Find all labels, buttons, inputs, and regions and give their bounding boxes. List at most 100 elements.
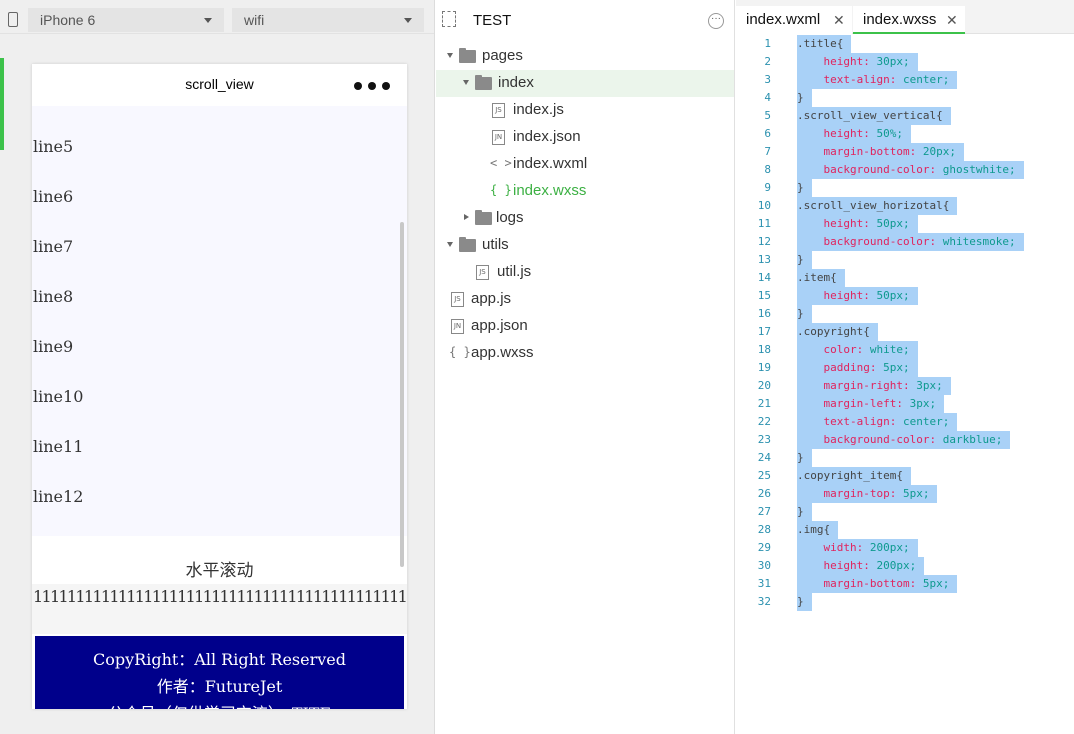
tree-item-label: app.js <box>471 290 512 307</box>
tab-label: index.wxss <box>863 11 937 28</box>
copyright-item: 作者：FutureJet <box>156 677 283 696</box>
horizontal-scroll-view[interactable]: 1111111111111111111111111111111111111111… <box>32 584 407 634</box>
code-line: 24} <box>736 449 1074 467</box>
code-text: height: 30px; <box>797 53 918 71</box>
code-text: .img{ <box>797 521 839 539</box>
code-area[interactable]: 1 .title{ 2 height: 30px; 3 text-align: cen… <box>736 34 1074 734</box>
code-line: 29 width: 200px; <box>736 539 1074 557</box>
simulator-toolbar: iPhone 6 wifi <box>0 0 434 34</box>
tree-file-index-wxss[interactable]: { } index.wxss <box>436 178 734 205</box>
device-select-value: iPhone 6 <box>40 12 96 28</box>
tree-folder-utils[interactable]: utils <box>436 232 734 259</box>
more-menu-icon[interactable] <box>354 82 390 90</box>
line-number: 18 <box>757 343 771 356</box>
file-explorer: TEST ··· pages index JS index.js JN inde… <box>436 0 735 734</box>
scrollbar[interactable] <box>400 222 404 567</box>
line-number: 13 <box>757 253 771 266</box>
list-item: line12 <box>33 487 84 506</box>
tree-file-index-js[interactable]: JS index.js <box>436 97 734 124</box>
more-options-icon[interactable]: ··· <box>708 13 724 29</box>
horizontal-scroll-content: 1111111111111111111111111111111111111111… <box>33 587 407 606</box>
folder-icon <box>475 75 492 90</box>
line-number: 26 <box>757 487 771 500</box>
tree-item-label: index.js <box>513 101 564 118</box>
close-icon[interactable]: ✕ <box>946 12 958 29</box>
js-file-icon: JS <box>476 265 489 280</box>
device-select[interactable]: iPhone 6 <box>28 8 224 32</box>
chevron-down-icon <box>204 18 212 23</box>
code-line: 21 margin-left: 3px; <box>736 395 1074 413</box>
tab-index-wxml[interactable]: index.wxml ✕ <box>736 6 852 34</box>
tab-index-wxss[interactable]: index.wxss ✕ <box>853 6 965 34</box>
tab-label: index.wxml <box>746 11 821 28</box>
close-icon[interactable]: ✕ <box>833 12 845 29</box>
code-text: height: 200px; <box>797 557 925 575</box>
network-select[interactable]: wifi <box>232 8 424 32</box>
line-number: 2 <box>764 55 771 68</box>
code-line: 3 text-align: center; <box>736 71 1074 89</box>
phone-screen: scroll_view line5 line6 line7 line8 line… <box>32 64 407 709</box>
code-line: 9} <box>736 179 1074 197</box>
code-line: 17 .copyright{ <box>736 323 1074 341</box>
code-line: 1 .title{ <box>736 35 1074 53</box>
code-text: height: 50px; <box>797 287 918 305</box>
code-line: 18 color: white; <box>736 341 1074 359</box>
code-line: 5 .scroll_view_vertical{ <box>736 107 1074 125</box>
chevron-down-icon <box>404 18 412 23</box>
code-editor: index.wxml ✕ index.wxss ✕ 1 .title{ 2 heig… <box>736 0 1074 734</box>
phone-toggle-icon[interactable] <box>8 12 18 27</box>
project-title: TEST <box>473 12 512 29</box>
tree-folder-pages[interactable]: pages <box>436 43 734 70</box>
file-tree-icon[interactable] <box>442 11 456 27</box>
tree-file-index-wxml[interactable]: < > index.wxml <box>436 151 734 178</box>
chevron-down-icon <box>463 80 469 85</box>
list-item: line10 <box>33 387 84 406</box>
code-line: 32} <box>736 593 1074 611</box>
code-line: 31 margin-bottom: 5px; <box>736 575 1074 593</box>
list-item: line7 <box>33 237 74 256</box>
line-number: 5 <box>764 109 771 122</box>
code-text: padding: 5px; <box>797 359 918 377</box>
tree-file-util-js[interactable]: JS util.js <box>436 259 734 286</box>
tree-file-index-json[interactable]: JN index.json <box>436 124 734 151</box>
line-number: 12 <box>757 235 771 248</box>
line-number: 29 <box>757 541 771 554</box>
code-line: 27} <box>736 503 1074 521</box>
folder-icon <box>459 237 476 252</box>
tree-folder-logs[interactable]: logs <box>436 205 734 232</box>
chevron-down-icon <box>447 242 453 247</box>
code-text: } <box>797 251 812 269</box>
code-line: 22 text-align: center; <box>736 413 1074 431</box>
line-number: 11 <box>757 217 771 230</box>
code-text: .scroll_view_horizotal{ <box>797 197 958 215</box>
tree-file-app-js[interactable]: JS app.js <box>436 286 734 313</box>
code-text: background-color: darkblue; <box>797 431 1011 449</box>
horizontal-scroll-title: 水平滚动 <box>32 536 407 584</box>
tree-item-label: index.wxml <box>513 155 588 172</box>
list-item: line5 <box>33 137 74 156</box>
code-text: width: 200px; <box>797 539 918 557</box>
vertical-scroll-view[interactable]: line5 line6 line7 line8 line9 line10 lin… <box>32 106 407 536</box>
tree-item-label: index <box>498 74 534 91</box>
line-number: 19 <box>757 361 771 374</box>
copyright-item: 公众号（仅供学习交流）：TITE <box>35 700 404 709</box>
js-file-icon: JS <box>451 292 464 307</box>
tree-file-app-wxss[interactable]: { } app.wxss <box>436 340 734 367</box>
line-number: 28 <box>757 523 771 536</box>
line-number: 24 <box>757 451 771 464</box>
line-number: 3 <box>764 73 771 86</box>
line-number: 14 <box>757 271 771 284</box>
code-line: 7 margin-bottom: 20px; <box>736 143 1074 161</box>
tree-folder-index[interactable]: index <box>436 70 734 97</box>
tree-file-app-json[interactable]: JN app.json <box>436 313 734 340</box>
simulator-panel: iPhone 6 wifi scroll_view line5 line6 li… <box>0 0 435 734</box>
list-item: line6 <box>33 187 74 206</box>
tree-item-label: logs <box>496 209 524 226</box>
line-number: 20 <box>757 379 771 392</box>
line-number: 31 <box>757 577 771 590</box>
line-number: 30 <box>757 559 771 572</box>
json-file-icon: JN <box>451 319 464 334</box>
code-line: 14 .item{ <box>736 269 1074 287</box>
code-text: } <box>797 593 812 611</box>
code-text: .copyright_item{ <box>797 467 911 485</box>
